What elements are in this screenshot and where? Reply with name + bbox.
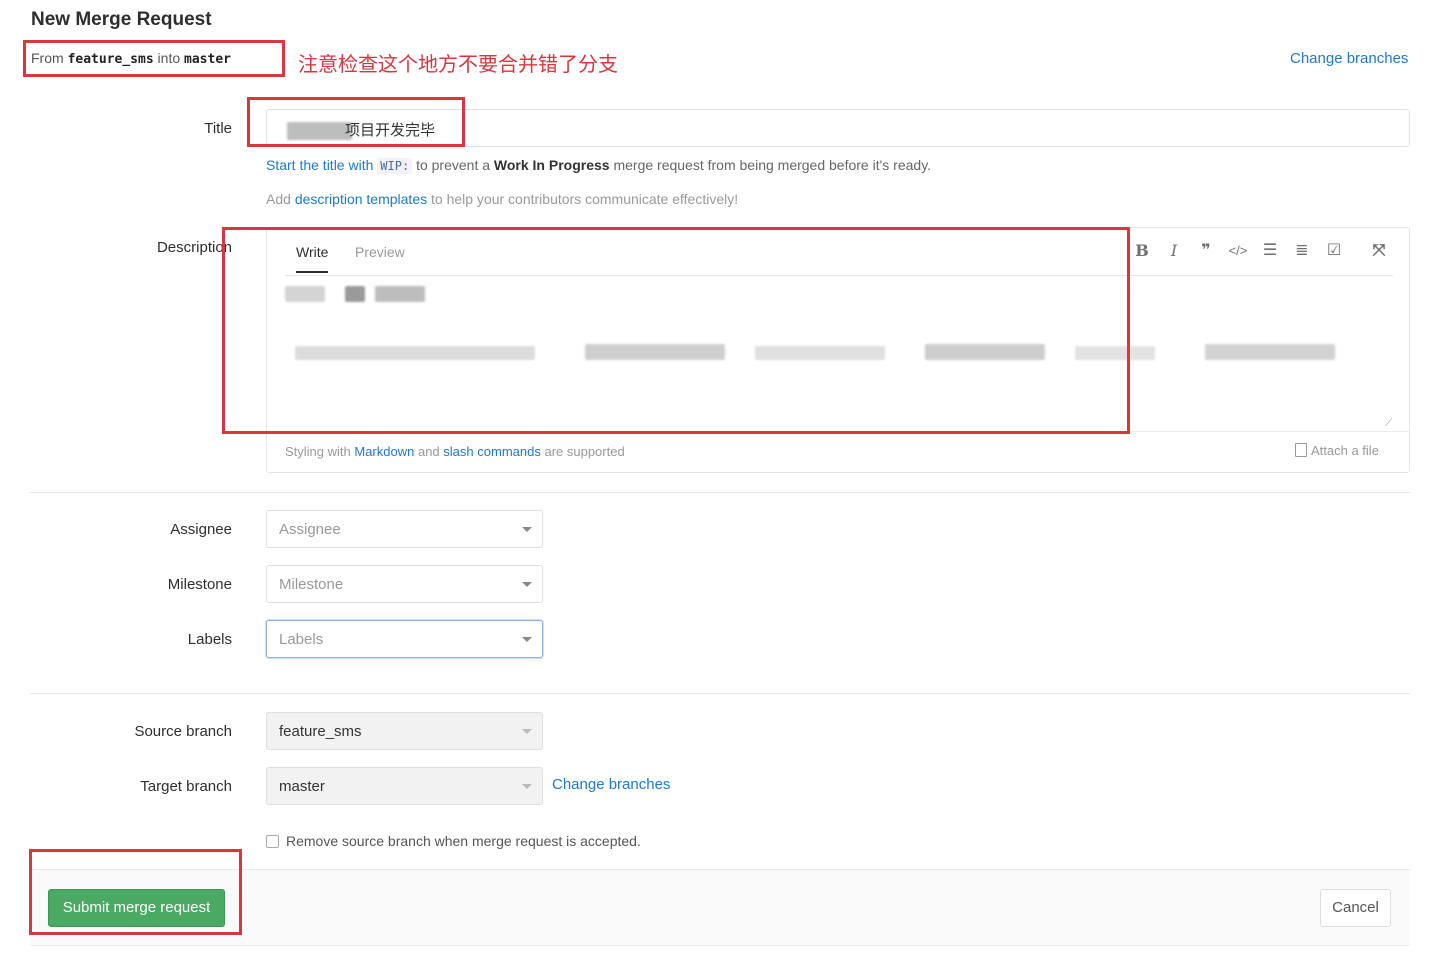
wip-code: WIP: bbox=[377, 158, 413, 174]
code-icon[interactable]: </> bbox=[1227, 240, 1249, 262]
tab-preview[interactable]: Preview bbox=[355, 244, 405, 260]
description-redacted-7 bbox=[925, 344, 1045, 360]
description-redacted-2 bbox=[345, 286, 365, 302]
chevron-down-icon bbox=[522, 582, 532, 587]
assignee-label: Assignee bbox=[170, 521, 232, 538]
attach-file-label: Attach a file bbox=[1311, 443, 1379, 458]
editor-footer bbox=[267, 431, 1409, 432]
markdown-hint-and: and bbox=[417, 444, 440, 459]
description-label: Description bbox=[156, 239, 232, 256]
wip-hint: Start the title with WIP: to prevent a W… bbox=[266, 157, 932, 174]
source-branch-value: feature_sms bbox=[279, 722, 362, 740]
change-branches-link-top[interactable]: Change branches bbox=[1290, 50, 1408, 67]
change-branches-link[interactable]: Change branches bbox=[552, 776, 670, 793]
divider-1 bbox=[30, 492, 1410, 493]
title-input[interactable]: 项目开发完毕 bbox=[266, 109, 1410, 147]
description-redacted-6 bbox=[755, 346, 885, 360]
italic-icon[interactable]: I bbox=[1163, 240, 1185, 262]
chevron-down-icon bbox=[522, 637, 532, 642]
description-redacted-1 bbox=[285, 286, 325, 302]
remove-branch-option: Remove source branch when merge request … bbox=[266, 833, 641, 849]
title-label: Title bbox=[204, 120, 232, 137]
wip-suffix: merge request from being merged before i… bbox=[613, 157, 932, 173]
numbered-list-icon[interactable]: ≣ bbox=[1291, 240, 1313, 262]
cancel-button[interactable]: Cancel bbox=[1320, 889, 1391, 927]
source-branch-label: Source branch bbox=[134, 723, 232, 740]
assignee-placeholder: Assignee bbox=[279, 520, 341, 538]
task-list-icon[interactable]: ☑ bbox=[1323, 240, 1345, 262]
divider-2 bbox=[30, 693, 1410, 694]
attach-file-button[interactable]: Attach a file bbox=[1295, 443, 1379, 458]
branch-summary: From feature_sms into master bbox=[31, 50, 231, 67]
bullet-list-icon[interactable]: ☰ bbox=[1259, 240, 1281, 262]
description-redacted-4 bbox=[295, 346, 535, 360]
labels-label: Labels bbox=[187, 631, 232, 648]
templates-suffix: to help your contributors communicate ef… bbox=[431, 191, 739, 207]
remove-branch-checkbox[interactable] bbox=[266, 835, 279, 848]
page-title: New Merge Request bbox=[31, 9, 212, 30]
templates-hint: Add description templates to help your c… bbox=[266, 191, 738, 207]
chevron-down-icon bbox=[522, 527, 532, 532]
templates-prefix: Add bbox=[266, 191, 291, 207]
description-templates-link[interactable]: description templates bbox=[295, 191, 427, 207]
target-branch-value: master bbox=[279, 777, 325, 795]
attach-file-icon bbox=[1295, 443, 1307, 457]
tab-write[interactable]: Write bbox=[296, 244, 329, 273]
chevron-down-icon bbox=[522, 784, 532, 789]
title-value: 项目开发完毕 bbox=[345, 122, 436, 139]
markdown-link[interactable]: Markdown bbox=[354, 444, 414, 459]
title-redacted bbox=[287, 122, 352, 140]
fullscreen-icon[interactable]: ⤧ bbox=[1368, 240, 1390, 262]
description-redacted-9 bbox=[1205, 344, 1335, 360]
markdown-hint-suffix: are supported bbox=[544, 444, 625, 459]
source-branch-code: feature_sms bbox=[67, 52, 154, 67]
milestone-placeholder: Milestone bbox=[279, 575, 344, 593]
milestone-label: Milestone bbox=[167, 576, 232, 593]
target-branch-code: master bbox=[184, 52, 231, 67]
description-redacted-5 bbox=[585, 344, 725, 360]
wip-hint-link[interactable]: Start the title with bbox=[266, 157, 373, 173]
labels-placeholder: Labels bbox=[279, 630, 324, 648]
remove-branch-label: Remove source branch when merge request … bbox=[286, 833, 641, 849]
assignee-select[interactable]: Assignee bbox=[266, 510, 543, 548]
wip-middle: to prevent a bbox=[416, 157, 491, 173]
wip-bold: Work In Progress bbox=[493, 157, 610, 173]
bold-icon[interactable]: B bbox=[1131, 240, 1153, 262]
quote-icon[interactable]: ❞ bbox=[1195, 240, 1217, 262]
milestone-select[interactable]: Milestone bbox=[266, 565, 543, 603]
labels-select[interactable]: Labels bbox=[266, 620, 543, 658]
markdown-hint: Styling with Markdown and slash commands… bbox=[285, 444, 625, 459]
slash-commands-link[interactable]: slash commands bbox=[443, 444, 541, 459]
submit-merge-request-button[interactable]: Submit merge request bbox=[48, 889, 225, 927]
description-editor: Write Preview ⟋ Styling with Markdown an… bbox=[266, 227, 1410, 473]
into-label: into bbox=[157, 50, 181, 66]
target-branch-label: Target branch bbox=[140, 778, 232, 795]
resize-handle-icon[interactable]: ⟋ bbox=[1385, 418, 1392, 429]
description-textarea[interactable] bbox=[285, 278, 1393, 428]
source-branch-select[interactable]: feature_sms bbox=[266, 712, 543, 750]
annotation-text: 注意检查这个地方不要合并错了分支 bbox=[298, 52, 618, 76]
description-redacted-3 bbox=[375, 286, 425, 302]
target-branch-select[interactable]: master bbox=[266, 767, 543, 805]
form-actions bbox=[30, 869, 1410, 946]
chevron-down-icon bbox=[522, 729, 532, 734]
description-redacted-8 bbox=[1075, 346, 1155, 360]
from-label: From bbox=[31, 50, 64, 66]
markdown-hint-prefix: Styling with bbox=[285, 444, 351, 459]
